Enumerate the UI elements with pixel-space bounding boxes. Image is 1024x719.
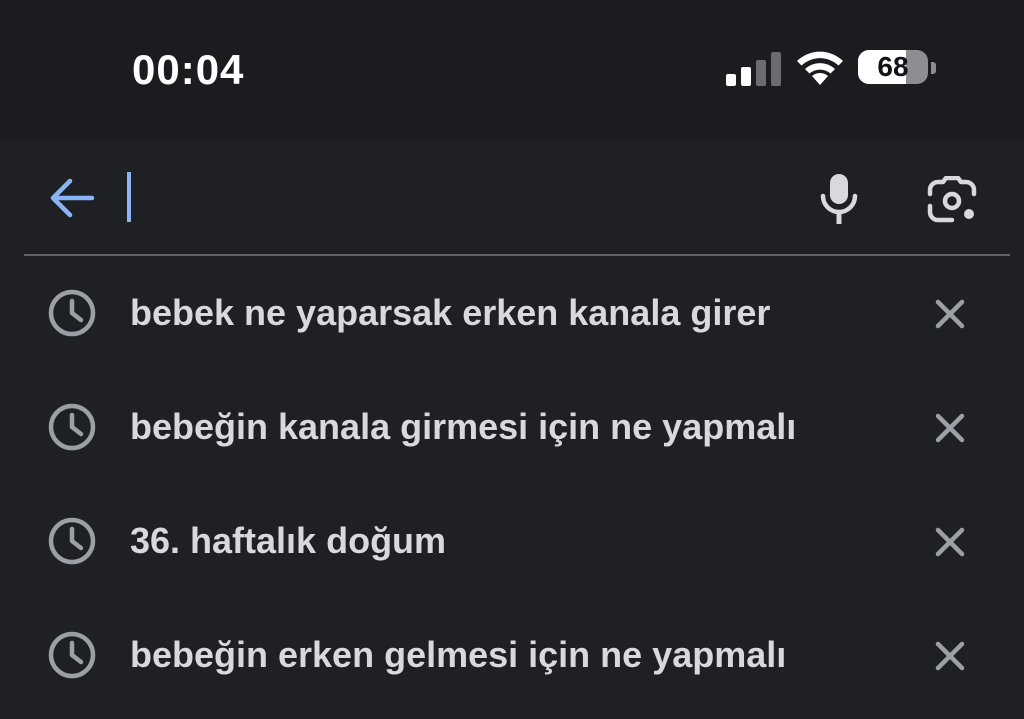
suggestion-item[interactable]: bebeğin erken gelmesi için ne yapmalı	[0, 598, 1024, 712]
suggestion-text: 36. haftalık doğum	[130, 520, 447, 561]
screen: 00:04 68 bebek ne yaparsak erken kanala …	[0, 0, 1024, 719]
cellular-signal-icon	[726, 52, 781, 86]
suggestion-list: bebek ne yaparsak erken kanala girer beb…	[0, 256, 1024, 712]
close-icon[interactable]	[930, 408, 970, 448]
close-icon[interactable]	[930, 294, 970, 334]
status-bar: 00:04 68	[0, 0, 1024, 140]
search-bar	[0, 140, 1024, 256]
camera-lens-icon[interactable]	[926, 176, 978, 224]
history-icon	[48, 631, 96, 679]
battery-tip	[931, 62, 936, 74]
microphone-icon[interactable]	[818, 172, 860, 226]
status-time: 00:04	[132, 46, 245, 93]
text-cursor	[127, 172, 131, 222]
suggestion-item[interactable]: bebek ne yaparsak erken kanala girer	[0, 256, 1024, 370]
wifi-icon	[797, 51, 843, 85]
suggestion-item[interactable]: 36. haftalık doğum	[0, 484, 1024, 598]
suggestion-text: bebek ne yaparsak erken kanala girer	[130, 292, 771, 333]
arrow-left-icon[interactable]	[46, 175, 98, 221]
close-icon[interactable]	[930, 636, 970, 676]
suggestion-text: bebeğin erken gelmesi için ne yapmalı	[130, 634, 787, 675]
suggestion-item[interactable]: bebeğin kanala girmesi için ne yapmalı	[0, 370, 1024, 484]
battery-indicator: 68	[858, 50, 938, 86]
battery-icon: 68	[858, 50, 928, 84]
close-icon[interactable]	[930, 522, 970, 562]
search-input[interactable]	[126, 168, 790, 230]
suggestion-text: bebeğin kanala girmesi için ne yapmalı	[130, 406, 797, 447]
history-icon	[48, 403, 96, 451]
history-icon	[48, 289, 96, 337]
history-icon	[48, 517, 96, 565]
battery-level: 68	[877, 51, 909, 82]
